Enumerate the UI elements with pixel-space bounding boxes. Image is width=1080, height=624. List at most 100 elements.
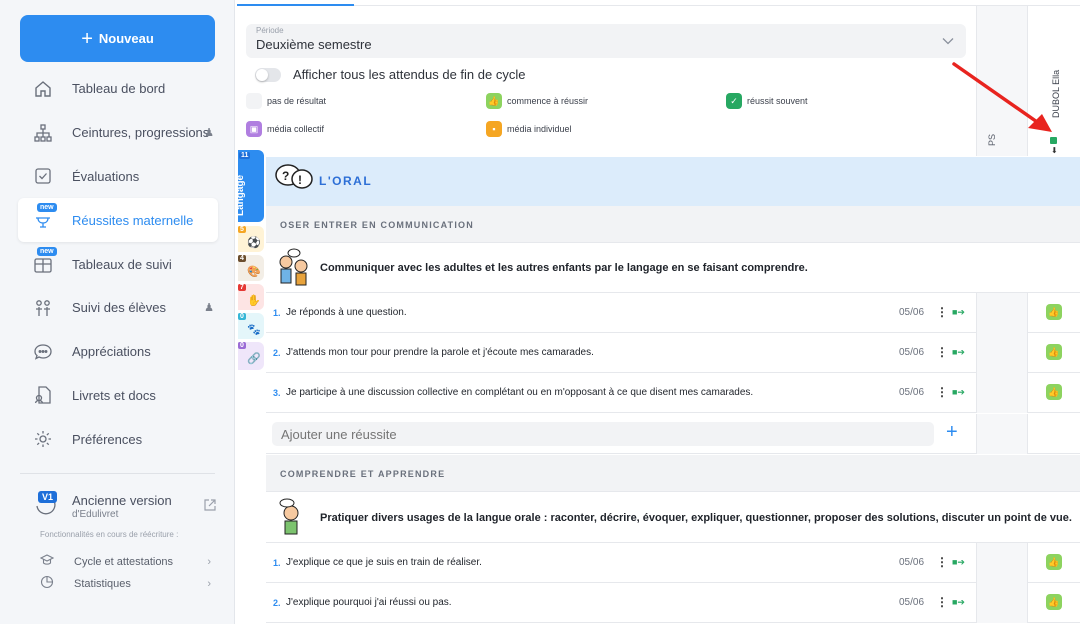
teacher-icon: ♟ xyxy=(204,127,214,140)
assign-icon[interactable]: ■➔ xyxy=(952,387,965,398)
row-text: J'attends mon tour pour prendre la parol… xyxy=(286,347,594,358)
more-vertical-icon[interactable]: ⋮ xyxy=(936,345,948,359)
cell-student xyxy=(1027,414,1080,454)
domain-count: 7 xyxy=(238,284,246,291)
legend-often: ✓ réussit souvent xyxy=(726,93,808,109)
wip-note: Fonctionnalités en cours de réécriture : xyxy=(40,530,179,539)
section-header: OSER ENTRER EN COMMUNICATION xyxy=(266,206,1080,243)
assign-icon[interactable]: ■➔ xyxy=(952,347,965,358)
sidebar-item-tableaux[interactable]: new Tableaux de suivi xyxy=(18,242,218,286)
cell-student[interactable]: 👍 xyxy=(1027,583,1080,623)
sidebar-item-label: Statistiques xyxy=(74,577,131,590)
thumbs-up-icon: 👍 xyxy=(486,93,502,109)
sidebar-item-label: Tableau de bord xyxy=(72,81,166,97)
objective-text: Pratiquer divers usages de la langue ora… xyxy=(320,512,1072,524)
domain-tab-4[interactable]: 7 ✋ xyxy=(238,284,264,310)
chevron-down-icon xyxy=(942,34,954,48)
legend-no-result: pas de résultat xyxy=(246,93,326,109)
more-vertical-icon[interactable]: ⋮ xyxy=(936,555,948,569)
toggle-all-expectations[interactable]: Afficher tous les attendus de fin de cyc… xyxy=(255,67,525,82)
table-row[interactable]: 1. J'explique ce que je suis en train de… xyxy=(266,543,1080,583)
old-version-link[interactable]: V1 Ancienne version d'Edulivret xyxy=(32,488,217,524)
thumbs-up-icon: 👍 xyxy=(1046,344,1062,360)
table-row[interactable]: 2. J'attends mon tour pour prendre la pa… xyxy=(266,333,1080,373)
row-text: J'explique pourquoi j'ai réussi ou pas. xyxy=(286,597,452,608)
objective-text: Communiquer avec les adultes et les autr… xyxy=(320,262,808,274)
domain-count: 0 xyxy=(238,342,246,349)
domain-count: 5 xyxy=(238,226,246,233)
cell-student[interactable]: 👍 xyxy=(1027,293,1080,333)
domain-label: Langage xyxy=(235,174,246,216)
toggle-label: Afficher tous les attendus de fin de cyc… xyxy=(293,67,526,82)
thumbs-up-icon: 👍 xyxy=(1046,304,1062,320)
legend-label: média individuel xyxy=(507,124,572,134)
sidebar-item-preferences[interactable]: Préférences xyxy=(18,417,218,461)
hierarchy-icon xyxy=(32,122,54,144)
table-row[interactable]: 3. Je participe à une discussion collect… xyxy=(266,373,1080,413)
legend-individual-media: ▪ média individuel xyxy=(486,121,572,137)
sidebar-item-progressions[interactable]: Ceintures, progressions ♟ xyxy=(18,111,218,155)
sidebar-item-livrets[interactable]: Livrets et docs xyxy=(18,374,218,418)
add-icon[interactable]: + xyxy=(946,422,958,442)
cell-ps[interactable] xyxy=(976,543,1027,583)
speech-bubbles-icon: ? ! xyxy=(275,164,313,189)
graduation-cap-icon xyxy=(39,553,55,570)
chevron-right-icon: › xyxy=(207,555,211,568)
document-user-icon xyxy=(32,384,54,406)
sidebar-item-cycle[interactable]: Cycle et attestations › xyxy=(39,553,215,570)
assign-icon[interactable]: ■➔ xyxy=(952,597,965,608)
cell-ps[interactable] xyxy=(976,293,1027,333)
more-vertical-icon[interactable]: ⋮ xyxy=(936,305,948,319)
cell-ps[interactable] xyxy=(976,373,1027,413)
domain-tab-6[interactable]: 0 🔗 xyxy=(238,342,264,370)
annotation-arrow-icon xyxy=(952,62,1052,132)
sidebar-item-reussites[interactable]: new Réussites maternelle xyxy=(18,198,218,243)
old-version-title: Ancienne version xyxy=(72,493,172,508)
domain-tab-2[interactable]: 5 ⚽ xyxy=(238,226,264,252)
top-border xyxy=(354,5,1080,6)
domain-count: 4 xyxy=(238,255,246,262)
thumbs-up-icon: 👍 xyxy=(1046,384,1062,400)
hand-icon: ✋ xyxy=(247,295,261,307)
sidebar-item-statistiques[interactable]: Statistiques › xyxy=(40,575,215,592)
row-number: 1. xyxy=(273,308,281,318)
sidebar-item-label: Réussites maternelle xyxy=(72,212,194,228)
objective-row: Pratiquer divers usages de la langue ora… xyxy=(266,493,1080,543)
row-text: J'explique ce que je suis en train de ré… xyxy=(286,557,482,568)
sidebar-item-suivi-eleves[interactable]: Suivi des élèves ♟ xyxy=(18,286,218,330)
check-circle-icon: ✓ xyxy=(726,93,742,109)
sidebar-item-appreciations[interactable]: Appréciations xyxy=(18,330,218,374)
row-date: 05/06 xyxy=(899,387,925,398)
row-date: 05/06 xyxy=(899,347,925,358)
cell-student[interactable]: 👍 xyxy=(1027,333,1080,373)
user-media-icon: ▪ xyxy=(486,121,502,137)
external-link-icon xyxy=(203,498,217,515)
trophy-icon xyxy=(32,209,54,231)
domain-tab-3[interactable]: 4 🎨 xyxy=(238,255,264,281)
cell-student[interactable]: 👍 xyxy=(1027,543,1080,583)
domain-tab-langage[interactable]: 11 Langage xyxy=(235,150,264,222)
assign-icon[interactable]: ■➔ xyxy=(952,307,965,318)
teacher-icon: ♟ xyxy=(204,302,214,315)
cell-ps[interactable] xyxy=(976,333,1027,373)
sidebar-item-dashboard[interactable]: Tableau de bord xyxy=(18,67,218,111)
cell-student[interactable]: 👍 xyxy=(1027,373,1080,413)
cell-ps[interactable] xyxy=(976,583,1027,623)
sidebar-item-evaluations[interactable]: Évaluations xyxy=(18,155,218,199)
legend-label: média collectif xyxy=(267,124,325,134)
sidebar-divider xyxy=(20,473,215,474)
more-vertical-icon[interactable]: ⋮ xyxy=(936,595,948,609)
students-icon xyxy=(32,297,54,319)
domain-tab-5[interactable]: 0 🐾 xyxy=(238,313,264,339)
more-vertical-icon[interactable]: ⋮ xyxy=(936,385,948,399)
add-achievement-input[interactable] xyxy=(272,422,934,446)
assign-icon[interactable]: ■➔ xyxy=(952,557,965,568)
new-button[interactable]: + Nouveau xyxy=(20,15,215,62)
active-tab-indicator xyxy=(237,4,354,6)
periode-select[interactable]: Période Deuxième semestre xyxy=(246,24,966,58)
toggle-switch[interactable] xyxy=(255,67,281,82)
row-number: 2. xyxy=(273,348,281,358)
table-row[interactable]: 1. Je réponds à une question. 05/06 ⋮ ■➔… xyxy=(266,293,1080,333)
periode-label: Période xyxy=(256,26,284,35)
table-row[interactable]: 2. J'explique pourquoi j'ai réussi ou pa… xyxy=(266,583,1080,623)
